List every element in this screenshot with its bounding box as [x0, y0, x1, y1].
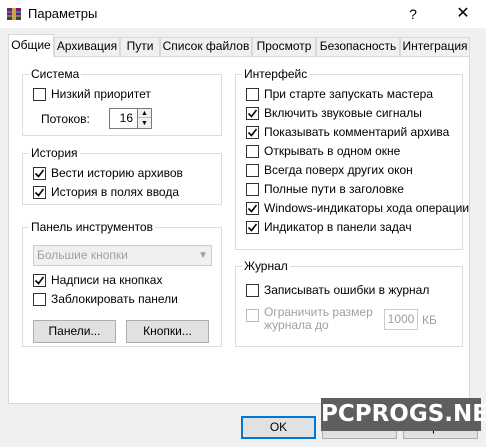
checkbox-box: [246, 88, 259, 101]
buttons-button[interactable]: Кнопки...: [126, 320, 209, 343]
spin-down-icon[interactable]: ▼: [138, 119, 151, 128]
site-watermark: PCPROGS.NET: [321, 398, 486, 431]
ok-button[interactable]: OK: [241, 416, 316, 439]
tab-file-list[interactable]: Список файлов: [160, 37, 252, 57]
interface-item-label: Всегда поверх других окон: [264, 163, 413, 177]
log-group-title: Журнал: [242, 259, 290, 273]
log-size-unit: КБ: [422, 313, 437, 327]
input-history-label: История в полях ввода: [51, 185, 180, 199]
history-group-title: История: [29, 146, 80, 160]
checkbox-box: [33, 274, 46, 287]
window-title: Параметры: [28, 6, 98, 21]
checkbox-box: [33, 167, 46, 180]
limit-size-label-2: журнала до: [264, 318, 329, 332]
interface-item-label: Показывать комментарий архива: [264, 125, 450, 139]
archive-history-label: Вести историю архивов: [51, 166, 183, 180]
checkbox-box: [246, 221, 259, 234]
tab-paths[interactable]: Пути: [120, 37, 160, 57]
checkbox-box: [246, 126, 259, 139]
checkbox-box: [246, 309, 259, 322]
interface-item-label: Включить звуковые сигналы: [264, 106, 422, 120]
interface-group-title: Интерфейс: [242, 67, 310, 81]
interface-item-label: Windows-индикаторы хода операции: [264, 201, 470, 215]
checkbox-box: [33, 293, 46, 306]
log-size-input[interactable]: 1000: [384, 309, 418, 330]
winrar-app-icon: [6, 6, 22, 22]
threads-spinner[interactable]: ▲ ▼: [137, 108, 152, 129]
toolbar-size-value: Большие кнопки: [37, 248, 128, 262]
checkbox-box: [246, 145, 259, 158]
interface-item-label: Полные пути в заголовке: [264, 182, 404, 196]
settings-dialog: Параметры ? ✕ Общие Архивация Пути Списо…: [0, 0, 486, 447]
interface-item-label: Индикатор в панели задач: [264, 220, 412, 234]
checkbox-box: [246, 164, 259, 177]
lock-panels-label: Заблокировать панели: [51, 292, 178, 306]
system-group-title: Система: [29, 67, 82, 81]
threads-input[interactable]: 16: [109, 108, 138, 129]
tab-general[interactable]: Общие: [8, 34, 54, 57]
interface-group: Интерфейс При старте запускать мастера В…: [235, 67, 469, 250]
low-priority-label: Низкий приоритет: [51, 87, 151, 101]
write-errors-label: Записывать ошибки в журнал: [264, 283, 430, 297]
tab-archiving[interactable]: Архивация: [54, 37, 120, 57]
history-group: История Вести историю архивов История в …: [22, 146, 222, 205]
close-icon[interactable]: ✕: [450, 3, 476, 25]
button-labels-label: Надписи на кнопках: [51, 273, 163, 287]
checkbox-box: [33, 88, 46, 101]
interface-item-label: При старте запускать мастера: [264, 87, 434, 101]
checkbox-box: [33, 186, 46, 199]
panels-button[interactable]: Панели...: [33, 320, 116, 343]
checkbox-box: [246, 284, 259, 297]
toolbar-group: Панель инструментов Большие кнопки ▼ Над…: [22, 220, 222, 347]
toolbar-group-title: Панель инструментов: [29, 220, 155, 234]
interface-item-label: Открывать в одном окне: [264, 144, 401, 158]
tab-viewer[interactable]: Просмотр: [252, 37, 316, 57]
toolbar-size-select[interactable]: Большие кнопки ▼: [33, 245, 212, 266]
title-bar: Параметры ? ✕: [0, 0, 486, 28]
system-group: Система Низкий приоритет Потоков: 16 ▲ ▼: [22, 67, 222, 136]
checkbox-box: [246, 202, 259, 215]
tab-security[interactable]: Безопасность: [316, 37, 400, 57]
help-button[interactable]: ?: [400, 3, 426, 25]
checkbox-box: [246, 107, 259, 120]
general-tab-panel: Система Низкий приоритет Потоков: 16 ▲ ▼…: [8, 56, 470, 404]
chevron-down-icon: ▼: [198, 250, 208, 261]
tab-integration[interactable]: Интеграция: [400, 37, 470, 57]
threads-label: Потоков:: [41, 112, 90, 126]
spin-up-icon[interactable]: ▲: [138, 109, 151, 118]
log-group: Журнал Записывать ошибки в журнал Ограни…: [235, 259, 463, 347]
checkbox-box: [246, 183, 259, 196]
